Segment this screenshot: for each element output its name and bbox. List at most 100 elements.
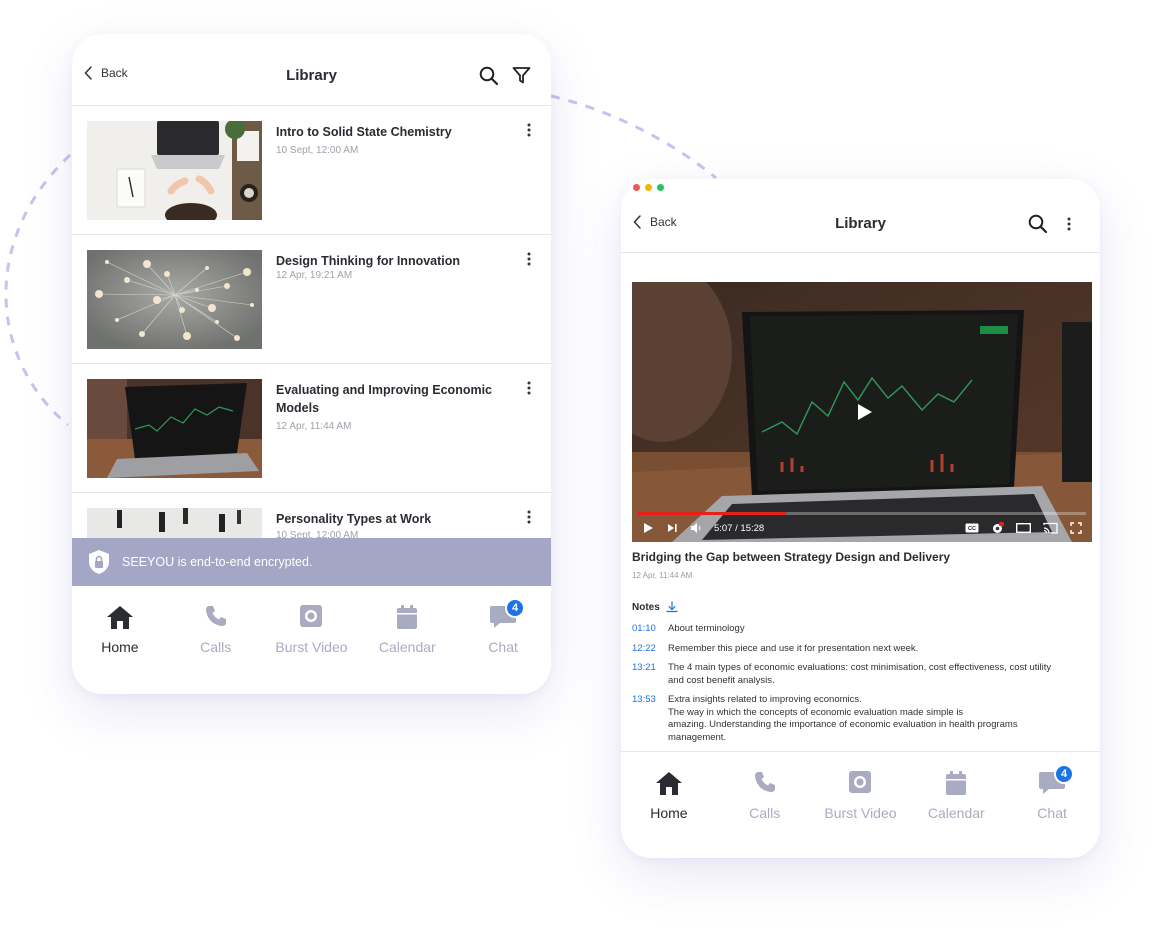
list-item[interactable]: Design Thinking for Innovation 12 Apr, 1… xyxy=(72,235,551,364)
sphere xyxy=(105,260,109,264)
sphere xyxy=(179,307,185,313)
back-label: Back xyxy=(650,215,677,229)
note-text: About terminology xyxy=(668,623,745,634)
more-options-icon[interactable] xyxy=(523,122,535,138)
search-icon[interactable] xyxy=(1028,214,1048,239)
note-item: 13:53 Extra insights related to improvin… xyxy=(632,694,1086,744)
nav-calls[interactable]: Calls xyxy=(717,752,813,858)
unread-badge: 4 xyxy=(505,598,526,618)
app-header: Back Library xyxy=(621,199,1100,253)
lock-shield-icon xyxy=(89,550,109,574)
item-date: 12 Apr, 11:44 AM xyxy=(276,421,352,432)
fullscreen-icon[interactable] xyxy=(1070,522,1082,534)
volume-icon[interactable] xyxy=(690,522,702,534)
note-text: Extra insights related to improving econ… xyxy=(668,694,1018,743)
item-date: 10 Sept, 12:00 AM xyxy=(276,145,359,156)
filter-icon[interactable] xyxy=(512,66,531,90)
nav-chat[interactable]: 4 Chat xyxy=(455,586,551,694)
nav-calendar[interactable]: Calendar xyxy=(908,752,1004,858)
minimize-dot-icon[interactable] xyxy=(645,184,652,191)
note-timestamp-link[interactable]: 12:22 xyxy=(632,643,668,656)
sphere xyxy=(153,296,161,304)
sphere xyxy=(183,332,191,340)
chat-icon-wrap: 4 xyxy=(489,598,526,630)
note-text: Remember this piece and use it for prese… xyxy=(668,642,919,654)
calendar-icon xyxy=(397,605,418,629)
nav-label: Home xyxy=(101,639,139,655)
video-title: Bridging the Gap between Strategy Design… xyxy=(632,550,951,564)
note-timestamp-link[interactable]: 13:21 xyxy=(632,662,668,687)
video-date: 12 Apr, 11:44 AM xyxy=(632,571,693,580)
item-date: 12 Apr, 19:21 AM xyxy=(276,270,353,281)
cast-icon[interactable] xyxy=(1043,522,1058,534)
nav-home[interactable]: Home xyxy=(621,752,717,858)
nav-burst-video[interactable]: Burst Video xyxy=(813,752,909,858)
sphere xyxy=(139,331,145,337)
note-item: 13:21 The 4 main types of economic evalu… xyxy=(632,662,1086,687)
thumbnail-laptop-desk xyxy=(87,121,262,220)
sphere xyxy=(234,335,240,341)
sphere xyxy=(208,304,216,312)
nav-calls[interactable]: Calls xyxy=(168,586,264,694)
back-button[interactable]: Back xyxy=(633,215,677,229)
close-dot-icon[interactable] xyxy=(633,184,640,191)
nav-label: Chat xyxy=(488,639,518,655)
list-item[interactable]: Evaluating and Improving Economic Models… xyxy=(72,364,551,493)
item-title: Personality Types at Work xyxy=(276,512,432,526)
library-list: Intro to Solid State Chemistry 10 Sept, … xyxy=(72,106,551,538)
more-options-icon[interactable] xyxy=(523,380,535,396)
back-label: Back xyxy=(101,66,128,80)
home-icon xyxy=(655,772,682,795)
item-date: 10 Sept, 12:00 AM xyxy=(276,530,359,538)
thumbnail-people-walking xyxy=(87,508,262,538)
note-timestamp-link[interactable]: 13:53 xyxy=(632,694,668,744)
video-icon xyxy=(849,771,872,793)
maximize-dot-icon[interactable] xyxy=(657,184,664,191)
nav-burst-video[interactable]: Burst Video xyxy=(264,586,360,694)
notes-list: 01:10 About terminology 12:22 Remember t… xyxy=(632,623,1086,751)
bottom-nav: Home Calls Burst Video Calendar 4 Chat xyxy=(621,751,1100,858)
video-icon xyxy=(300,605,323,627)
nav-chat[interactable]: 4 Chat xyxy=(1004,752,1100,858)
banner-text: SEEYOU is end-to-end encrypted. xyxy=(122,555,313,569)
app-header: Back Library xyxy=(72,34,551,106)
play-icon[interactable] xyxy=(642,522,654,534)
search-icon[interactable] xyxy=(479,66,499,91)
note-item: 12:22 Remember this piece and use it for… xyxy=(632,643,1086,656)
back-button[interactable]: Back xyxy=(84,66,128,80)
list-item[interactable]: Intro to Solid State Chemistry 10 Sept, … xyxy=(72,106,551,235)
bottom-nav: Home Calls Burst Video Calendar 4 Chat xyxy=(72,586,551,694)
video-detail-screen: Back Library 5:07 / 15:28 CC Bridging th… xyxy=(621,179,1100,858)
settings-icon[interactable] xyxy=(991,521,1004,535)
home-icon xyxy=(106,606,133,629)
more-options-icon[interactable] xyxy=(523,509,535,525)
sphere xyxy=(115,318,119,322)
nav-label: Burst Video xyxy=(275,639,348,655)
note-timestamp-link[interactable]: 01:10 xyxy=(632,623,668,636)
nav-label: Home xyxy=(650,805,688,821)
calendar-icon xyxy=(946,771,967,795)
svg-text:CC: CC xyxy=(968,526,976,532)
phone-icon xyxy=(205,606,226,626)
window-controls xyxy=(633,184,664,191)
more-icon[interactable] xyxy=(1064,216,1074,237)
chevron-left-icon xyxy=(84,66,92,80)
more-options-icon[interactable] xyxy=(523,251,535,267)
nav-label: Burst Video xyxy=(824,805,897,821)
encryption-banner: SEEYOU is end-to-end encrypted. xyxy=(72,538,551,586)
item-title: Intro to Solid State Chemistry xyxy=(276,125,452,139)
list-item[interactable]: Personality Types at Work 10 Sept, 12:00… xyxy=(72,493,551,538)
nav-label: Calendar xyxy=(927,805,985,821)
chevron-left-icon xyxy=(633,215,641,229)
video-player[interactable]: 5:07 / 15:28 CC xyxy=(632,282,1092,542)
skip-next-icon[interactable] xyxy=(666,522,678,534)
library-list-screen: Back Library Intro to Solid State Chemis… xyxy=(72,34,551,694)
nav-home[interactable]: Home xyxy=(72,586,168,694)
download-icon[interactable] xyxy=(666,601,678,613)
video-time: 5:07 / 15:28 xyxy=(714,522,765,534)
nav-calendar[interactable]: Calendar xyxy=(359,586,455,694)
video-controls: 5:07 / 15:28 CC xyxy=(632,514,1092,542)
captions-icon[interactable]: CC xyxy=(965,523,979,533)
miniplayer-icon[interactable] xyxy=(1016,523,1031,533)
sphere xyxy=(164,271,170,277)
